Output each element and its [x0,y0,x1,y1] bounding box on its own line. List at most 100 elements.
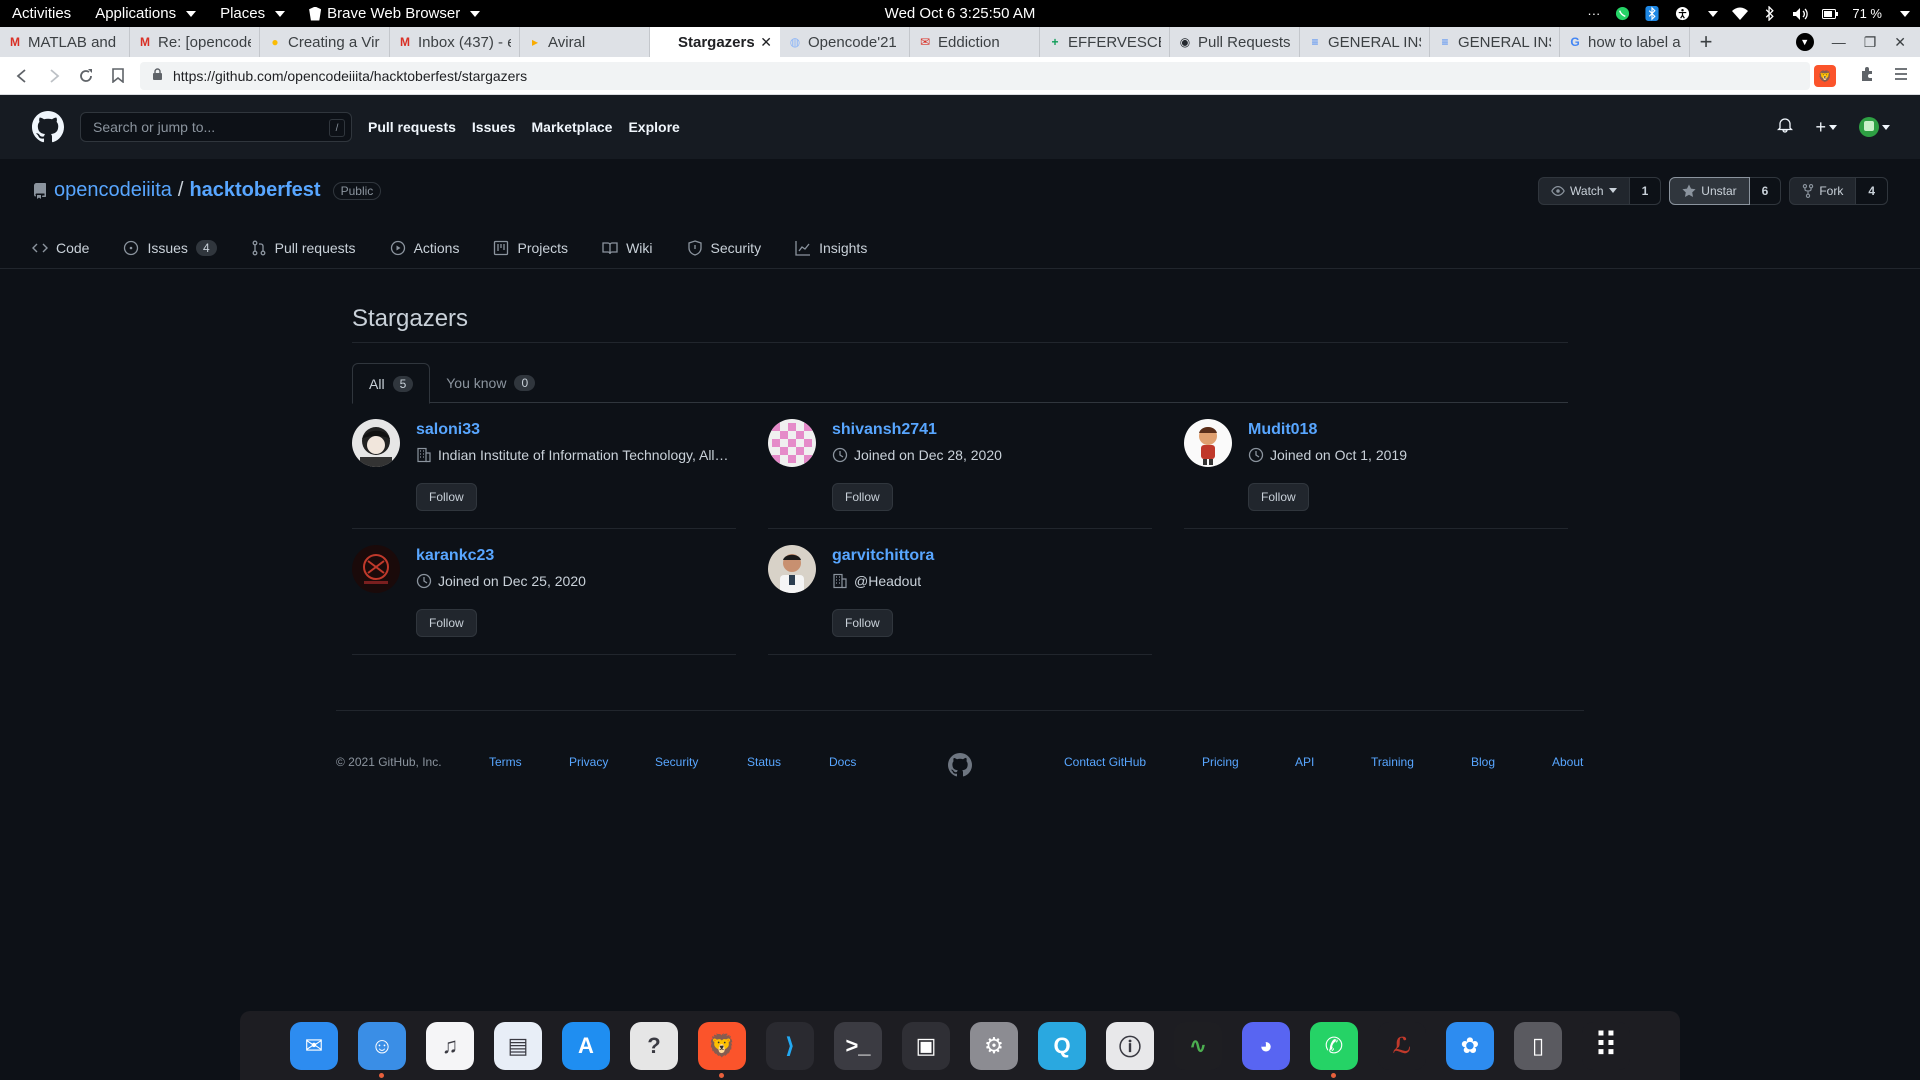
new-tab-button[interactable]: + [1690,27,1722,57]
nav-explore[interactable]: Explore [628,119,679,135]
minimize-button[interactable]: — [1832,34,1846,50]
trash-icon[interactable]: ▯ [1514,1021,1562,1070]
footer-link-docs[interactable]: Docs [829,755,856,769]
browser-app-menu[interactable]: Brave Web Browser [297,5,492,22]
footer-link-api[interactable]: API [1295,755,1314,769]
footer-link-training[interactable]: Training [1371,755,1414,769]
tab-code[interactable]: Code [32,227,89,269]
follow-button[interactable]: Follow [832,483,893,511]
restore-button[interactable]: ❐ [1864,34,1877,51]
repo-owner-link[interactable]: opencodeiiita [54,179,172,202]
avatar[interactable] [352,545,400,593]
github-footer-logo-icon[interactable] [948,753,972,777]
browser-tab[interactable]: M Re: [opencode [130,27,260,57]
repo-name-link[interactable]: hacktoberfest [189,179,320,202]
browser-tab[interactable]: ◉ Pull Requests [1170,27,1300,57]
bluetooth-app-tray-icon[interactable] [1644,6,1660,22]
browser-tab[interactable]: M MATLAB and S [0,27,130,57]
unstar-button[interactable]: Unstar [1669,177,1750,205]
create-new-menu[interactable]: + [1815,117,1837,138]
footer-link-contact[interactable]: Contact GitHub [1064,755,1146,769]
discord-icon[interactable]: ◕ [1242,1021,1290,1070]
more-icon[interactable]: ··· [1587,6,1600,21]
settings-icon[interactable]: ⚙ [970,1021,1018,1070]
username-link[interactable]: shivansh2741 [832,421,937,439]
text-editor-icon[interactable]: ▤ [494,1021,542,1070]
app-grid-icon[interactable]: ⠿ [1582,1021,1630,1070]
browser-tab[interactable]: ● Creating a Vir [260,27,390,57]
bookmark-icon[interactable] [102,60,134,92]
avatar[interactable] [768,419,816,467]
nav-issues[interactable]: Issues [472,119,516,135]
whatsapp-tray-icon[interactable] [1614,6,1630,22]
bluetooth-icon[interactable] [1762,6,1778,22]
gnome-tweaks-icon[interactable]: ✿ [1446,1021,1494,1070]
mail-app-icon[interactable]: ✉ [290,1021,338,1070]
tab-all[interactable]: All 5 [352,363,431,404]
help-icon[interactable]: ? [630,1021,678,1070]
browser-tab[interactable]: Ghow to label a [1560,27,1690,57]
whatsapp-icon[interactable]: ✆ [1310,1021,1358,1078]
close-window-button[interactable]: ✕ [1894,34,1906,51]
app-store-icon[interactable]: A [562,1021,610,1070]
app-red-icon[interactable]: ℒ [1378,1021,1426,1070]
footer-link-status[interactable]: Status [747,755,781,769]
browser-tab[interactable]: ≡ GENERAL INS [1430,27,1560,57]
wifi-icon[interactable] [1732,6,1749,22]
finder-icon[interactable]: ☺ [358,1021,406,1078]
user-menu[interactable] [1859,117,1890,137]
tab-you-know[interactable]: You know 0 [430,363,551,403]
footer-link-blog[interactable]: Blog [1471,755,1495,769]
browser-tab[interactable]: + EFFERVESCEN [1040,27,1170,57]
download-icon[interactable]: ▼ [1795,33,1814,51]
username-link[interactable]: karankc23 [416,547,494,565]
nav-pull-requests[interactable]: Pull requests [368,119,456,135]
clock[interactable]: Wed Oct 6 3:25:50 AM [885,5,1036,22]
username-link[interactable]: Mudit018 [1248,421,1317,439]
tab-issues[interactable]: Issues 4 [123,227,217,269]
tab-actions[interactable]: Actions [390,227,459,269]
browser-tab[interactable]: ▸ Aviral [520,27,650,57]
github-logo-icon[interactable] [32,111,64,143]
screenshot-icon[interactable]: ▣ [902,1021,950,1070]
watch-count[interactable]: 1 [1629,177,1662,205]
fork-button[interactable]: Fork [1789,177,1857,205]
battery-icon[interactable] [1822,6,1839,22]
footer-link-security[interactable]: Security [655,755,698,769]
username-link[interactable]: garvitchittora [832,547,934,565]
watch-button[interactable]: Watch [1538,177,1630,205]
accessibility-icon[interactable] [1674,6,1690,22]
browser-tab[interactable]: ◍ Opencode'21 [780,27,910,57]
close-tab-icon[interactable]: ✕ [760,34,772,51]
browser-tab[interactable]: M Inbox (437) - e [390,27,520,57]
follow-button[interactable]: Follow [1248,483,1309,511]
tab-wiki[interactable]: Wiki [602,227,653,269]
nav-marketplace[interactable]: Marketplace [532,119,613,135]
quicktime-icon[interactable]: Q [1038,1021,1086,1070]
fork-count[interactable]: 4 [1856,177,1888,205]
avatar[interactable] [352,419,400,467]
footer-link-terms[interactable]: Terms [489,755,522,769]
follow-button[interactable]: Follow [832,609,893,637]
follow-button[interactable]: Follow [416,609,477,637]
activities-button[interactable]: Activities [0,5,83,22]
footer-link-privacy[interactable]: Privacy [569,755,608,769]
back-button[interactable] [6,60,38,92]
tab-projects[interactable]: Projects [493,227,568,269]
tab-security[interactable]: Security [687,227,761,269]
activity-monitor-icon[interactable]: ∿ [1174,1021,1222,1070]
system-info-icon[interactable]: ⓘ [1106,1021,1154,1070]
reload-button[interactable] [70,60,102,92]
menu-icon[interactable] [1894,67,1908,86]
lock-icon[interactable] [152,68,163,84]
avatar[interactable] [1184,419,1232,467]
username-link[interactable]: saloni33 [416,421,480,439]
browser-tab[interactable]: ◉ Stargazers ✕ [650,27,780,57]
browser-tab[interactable]: ✉ Eddiction [910,27,1040,57]
avatar[interactable] [768,545,816,593]
forward-button[interactable] [38,60,70,92]
vscode-icon[interactable]: ⟩ [766,1021,814,1070]
terminal-icon[interactable]: >_ [834,1021,882,1070]
address-bar[interactable]: https://github.com/opencodeiiita/hacktob… [140,62,1810,90]
search-input[interactable]: Search or jump to... / [80,112,352,142]
